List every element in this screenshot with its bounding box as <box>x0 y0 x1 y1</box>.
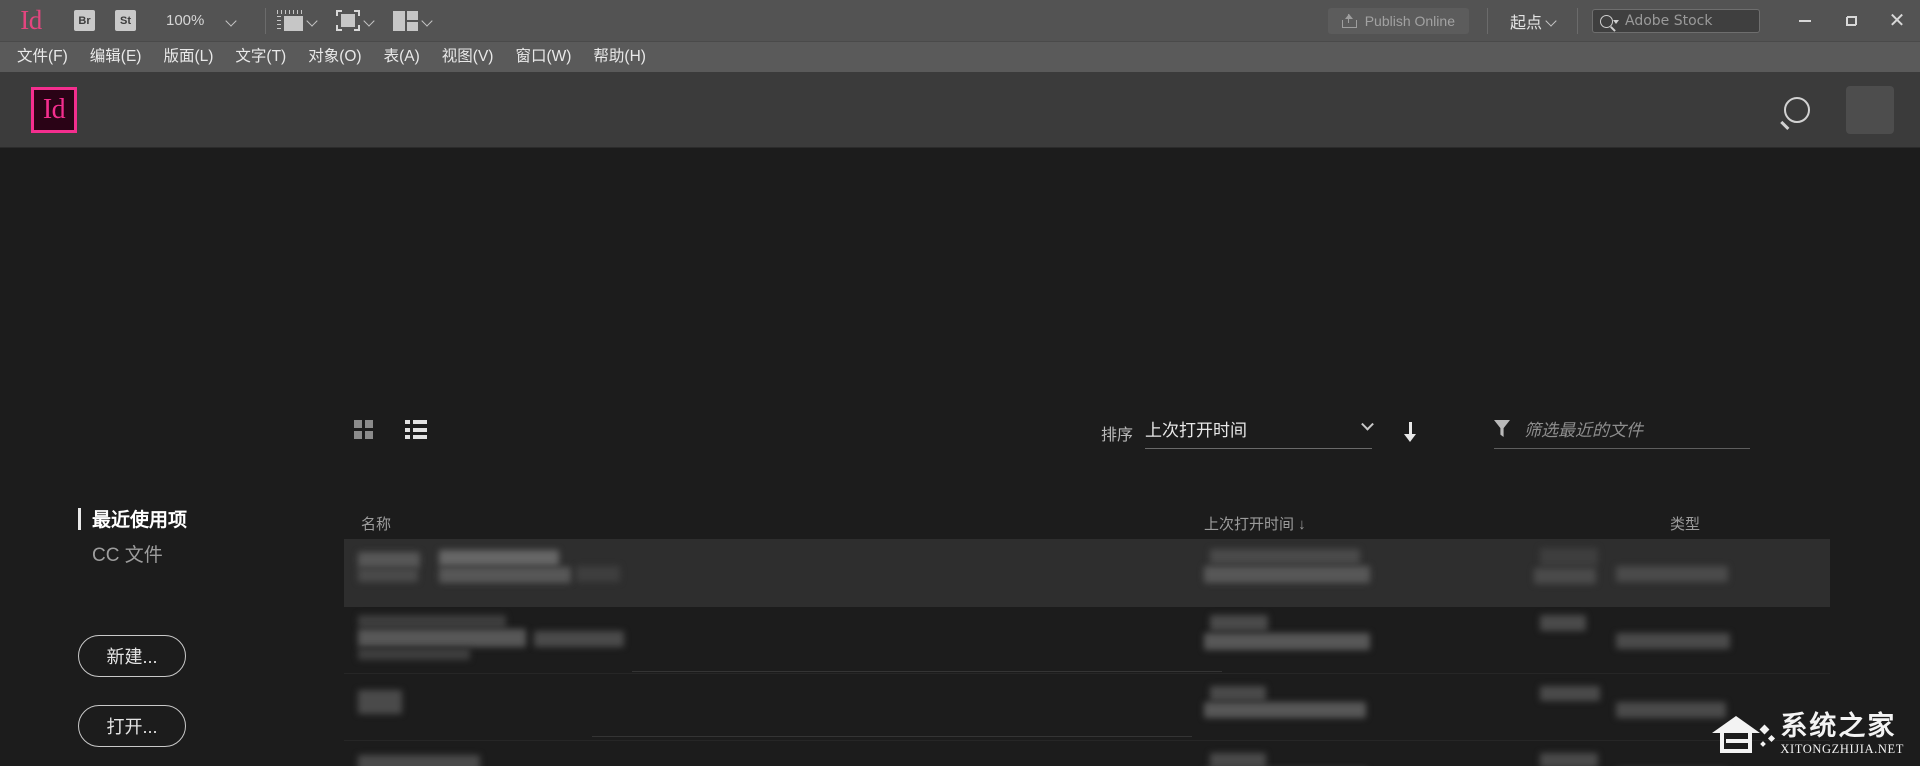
column-header-name[interactable]: 名称 <box>344 513 1204 534</box>
start-sidebar: 最近使用项 CC 文件 新建... 打开... <box>0 148 340 766</box>
filter-funnel-icon <box>1494 420 1510 437</box>
view-options-icon[interactable] <box>276 9 303 32</box>
sidebar-item-recent[interactable]: 最近使用项 <box>78 505 187 532</box>
menu-item-help[interactable]: 帮助(H) <box>582 42 657 72</box>
sidebar-item-label: CC 文件 <box>92 545 163 566</box>
screen-mode-icon[interactable] <box>336 10 360 31</box>
indesign-badge-icon: Id <box>31 86 77 133</box>
filter-placeholder: 筛选最近的文件 <box>1524 421 1643 440</box>
titlebar-right-group: Publish Online 起点 Adobe Stock ✕ <box>1327 0 1920 42</box>
search-stock-icon <box>1600 14 1619 28</box>
close-button[interactable]: ✕ <box>1874 0 1920 42</box>
start-screen-header: Id <box>0 72 1920 148</box>
publish-online-button[interactable]: Publish Online <box>1327 8 1469 34</box>
bridge-button[interactable]: Br <box>74 10 95 31</box>
sort-direction-button[interactable] <box>1402 421 1418 444</box>
sort-control-group: 排序 上次打开时间 <box>1101 416 1418 449</box>
view-toggle-group <box>354 420 427 439</box>
active-marker <box>78 507 81 530</box>
view-options-chevron-down-icon[interactable] <box>307 17 320 25</box>
site-watermark: 系统之家 XITONGZHIJIA.NET <box>1712 712 1904 758</box>
zoom-chevron-down-icon[interactable] <box>226 17 239 25</box>
menu-item-view[interactable]: 视图(V) <box>431 42 505 72</box>
table-header-row: 名称 上次打开时间 ↓ 类型 <box>344 508 1830 540</box>
restore-button[interactable] <box>1828 0 1874 42</box>
menu-item-table[interactable]: 表(A) <box>373 42 431 72</box>
minimize-icon <box>1799 20 1811 22</box>
chevron-down-icon <box>1361 417 1374 431</box>
menu-item-edit[interactable]: 编辑(E) <box>79 42 153 72</box>
arrange-documents-icon[interactable] <box>393 10 418 31</box>
titlebar-divider-2 <box>1577 8 1578 34</box>
watermark-text: 系统之家 XITONGZHIJIA.NET <box>1780 711 1904 756</box>
recent-files-table: 名称 上次打开时间 ↓ 类型 <box>344 508 1830 766</box>
adobe-stock-placeholder: Adobe Stock <box>1625 13 1713 29</box>
watermark-cn: 系统之家 <box>1780 711 1897 743</box>
open-document-button[interactable]: 打开... <box>78 705 186 747</box>
avatar[interactable] <box>1846 86 1894 134</box>
application-title-bar: Id Br St 100% Publish Online 起点 Adobe St… <box>0 0 1920 42</box>
publish-online-label: Publish Online <box>1364 13 1455 29</box>
publish-upload-icon <box>1341 14 1357 28</box>
menu-item-type[interactable]: 文字(T) <box>224 42 297 72</box>
window-controls: ✕ <box>1782 0 1920 42</box>
zoom-level-value[interactable]: 100% <box>166 12 212 29</box>
arrange-documents-chevron-down-icon[interactable] <box>422 17 435 25</box>
stock-button[interactable]: St <box>115 10 136 31</box>
column-header-last-opened[interactable]: 上次打开时间 ↓ <box>1204 513 1544 534</box>
titlebar-divider-1 <box>1486 8 1488 34</box>
filter-input[interactable]: 筛选最近的文件 <box>1494 416 1750 449</box>
table-row[interactable] <box>344 674 1830 741</box>
menu-item-object[interactable]: 对象(O) <box>297 42 372 72</box>
adobe-stock-search-input[interactable]: Adobe Stock <box>1592 9 1760 33</box>
sort-label: 排序 <box>1101 426 1134 444</box>
watermark-en: XITONGZHIJIA.NET <box>1780 741 1904 756</box>
workspace-chevron-down-icon[interactable] <box>1546 17 1559 25</box>
sidebar-item-cc-files[interactable]: CC 文件 <box>92 540 163 567</box>
new-document-button[interactable]: 新建... <box>78 635 186 677</box>
table-row[interactable] <box>344 607 1830 674</box>
table-row[interactable] <box>344 741 1830 766</box>
close-icon: ✕ <box>1888 10 1906 32</box>
menu-item-window[interactable]: 窗口(W) <box>504 42 582 72</box>
menu-item-layout[interactable]: 版面(L) <box>152 42 224 72</box>
sidebar-item-label: 最近使用项 <box>92 510 188 531</box>
restore-icon <box>1845 16 1857 26</box>
toolbar-divider <box>265 7 266 34</box>
start-header-right-group <box>1784 72 1894 148</box>
grid-view-icon[interactable] <box>354 420 373 439</box>
column-header-type[interactable]: 类型 <box>1544 513 1704 534</box>
workspace-switcher-label[interactable]: 起点 <box>1510 9 1542 33</box>
menu-item-file[interactable]: 文件(F) <box>6 42 79 72</box>
list-view-icon[interactable] <box>405 420 427 439</box>
sort-selected-value: 上次打开时间 <box>1145 421 1248 440</box>
minimize-button[interactable] <box>1782 0 1828 42</box>
menu-bar: 文件(F) 编辑(E) 版面(L) 文字(T) 对象(O) 表(A) 视图(V)… <box>0 42 1920 72</box>
search-icon[interactable] <box>1784 97 1810 123</box>
start-screen-main: 排序 上次打开时间 筛选最近的文件 最近使用项 CC 文件 新建... 打开..… <box>0 148 1920 766</box>
watermark-house-icon <box>1712 712 1776 758</box>
screen-mode-chevron-down-icon[interactable] <box>364 17 377 25</box>
table-row[interactable] <box>344 540 1830 607</box>
sort-dropdown[interactable]: 上次打开时间 <box>1145 416 1374 449</box>
indesign-logo-icon: Id <box>20 5 42 35</box>
